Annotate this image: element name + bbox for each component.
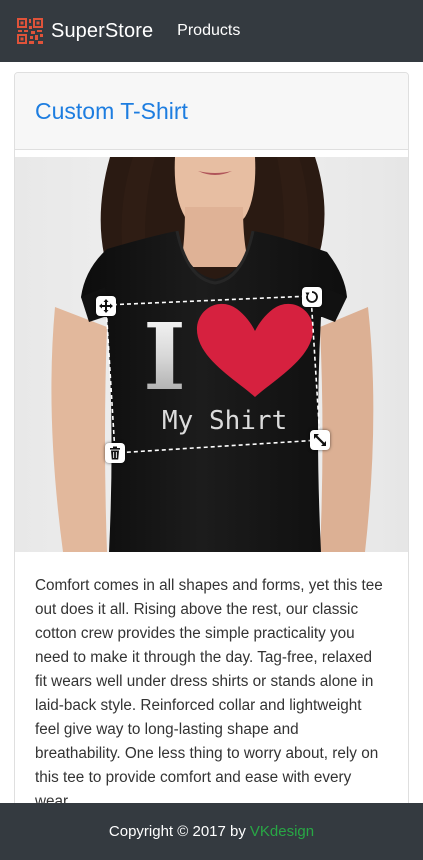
navbar: SuperStore Products bbox=[0, 0, 423, 62]
product-card: Custom T-Shirt I My Shirt Comfort comes … bbox=[14, 72, 409, 832]
author-link[interactable]: VKdesign bbox=[250, 823, 314, 840]
brand-name: SuperStore bbox=[51, 19, 154, 42]
product-description: Comfort comes in all shapes and forms, y… bbox=[35, 577, 383, 810]
card-body: Comfort comes in all shapes and forms, y… bbox=[15, 552, 408, 814]
tshirt-photo: I My Shirt bbox=[15, 157, 408, 552]
rotate-icon[interactable] bbox=[302, 287, 322, 307]
card-header: Custom T-Shirt bbox=[15, 73, 408, 150]
delete-icon[interactable] bbox=[105, 443, 125, 463]
product-image[interactable]: I My Shirt bbox=[15, 157, 408, 552]
move-icon[interactable] bbox=[96, 296, 116, 316]
nav-link-products[interactable]: Products bbox=[177, 22, 240, 40]
brand[interactable]: SuperStore bbox=[16, 17, 153, 45]
copyright-text: Copyright © 2017 by bbox=[108, 823, 246, 840]
print-letter-i: I bbox=[143, 303, 186, 411]
resize-icon[interactable] bbox=[310, 430, 330, 450]
qr-code-icon bbox=[17, 18, 43, 44]
print-text: My Shirt bbox=[162, 406, 287, 436]
product-title: Custom T-Shirt bbox=[35, 97, 188, 124]
footer: Copyright © 2017 by VKdesign bbox=[0, 803, 423, 860]
